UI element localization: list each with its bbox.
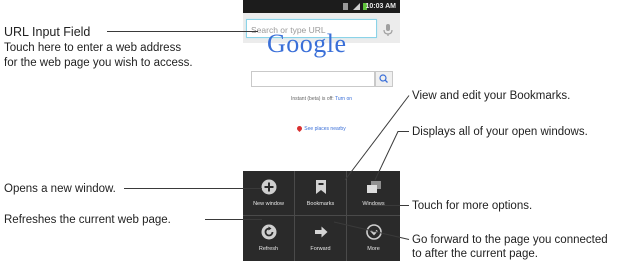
bookmarks-leader-line [344,95,410,181]
forward-leader-line [333,221,410,240]
callout-lines [107,31,410,240]
windows-leader-line [374,131,409,181]
